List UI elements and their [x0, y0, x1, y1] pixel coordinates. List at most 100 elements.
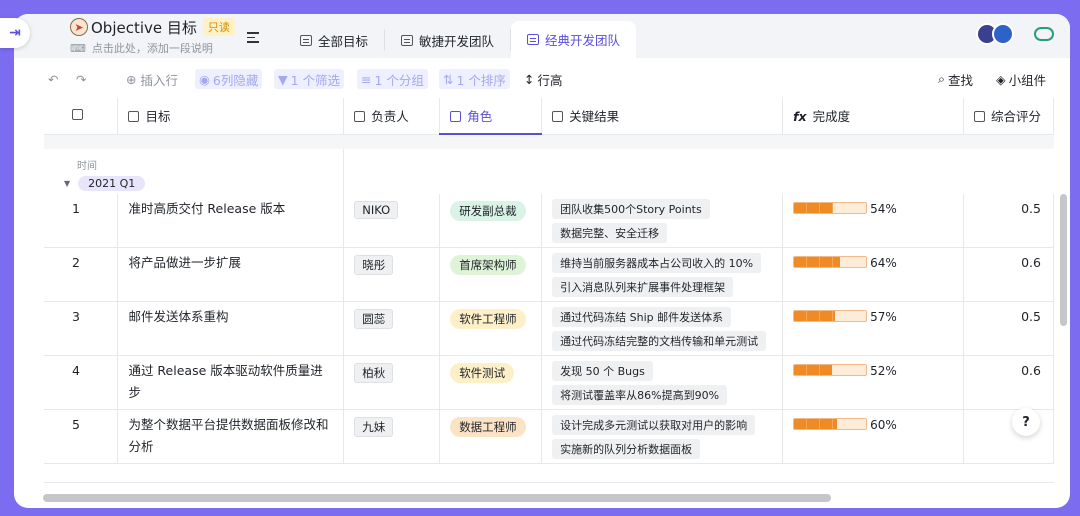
outline-menu-icon[interactable]	[247, 32, 259, 46]
progress-fill	[794, 311, 836, 321]
score-cell[interactable]: 0.6	[963, 355, 1054, 410]
table-row[interactable]: 2 将产品做进一步扩展 晓彤 首席架构师 维持当前服务器成本占公司收入的 10% 引入消息…	[44, 247, 1054, 302]
goal-cell[interactable]: 为整个数据平台提供数据面板修改和分析	[117, 409, 345, 464]
score-cell[interactable]: 0.6	[963, 247, 1054, 302]
edit-icon: ⌨	[70, 41, 86, 55]
table-row[interactable]: 5 为整个数据平台提供数据面板修改和分析 九妹 数据工程师 设计完成多元测试以获取对用户…	[44, 409, 1054, 464]
progress-label: 57%	[870, 310, 897, 324]
key-result-tag[interactable]: 发现 50 个 Bugs	[552, 361, 653, 381]
vertical-scrollbar[interactable]	[1060, 194, 1067, 326]
progress-bar	[793, 202, 868, 214]
column-header-goal[interactable]: 目标	[117, 98, 345, 135]
completion-cell[interactable]: 52%	[782, 355, 964, 410]
owner-cell[interactable]: NIKO	[343, 194, 441, 248]
owner-tag: 九妹	[354, 417, 394, 437]
column-header-score[interactable]: 综合评分	[963, 98, 1054, 135]
role-cell[interactable]: 首席架构师	[439, 247, 543, 302]
key-result-tag[interactable]: 实施新的队列分析数据面板	[552, 439, 701, 459]
key-result-tag[interactable]: 数据完整、安全迁移	[552, 223, 668, 243]
role-cell[interactable]: 软件测试	[439, 355, 543, 410]
key-results-cell[interactable]: 团队收集500个Story Points 数据完整、安全迁移	[541, 194, 784, 248]
completion-cell[interactable]: 64%	[782, 247, 964, 302]
key-result-tag[interactable]: 维持当前服务器成本占公司收入的 10%	[552, 253, 762, 273]
tab-all-goals[interactable]: 全部目标	[284, 29, 386, 51]
row-height-button[interactable]: ↕ 行高	[524, 69, 563, 89]
role-tag: 软件工程师	[450, 309, 526, 329]
description-hint[interactable]: ⌨ 点击此处，添加一段说明	[70, 40, 235, 56]
cloud-sync-icon[interactable]	[1034, 27, 1054, 41]
collaborator-avatars[interactable]	[976, 23, 1014, 45]
help-button[interactable]: ?	[1012, 408, 1040, 436]
owner-cell[interactable]: 晓彤	[343, 247, 441, 302]
progress-fill	[794, 365, 832, 375]
score-cell[interactable]	[963, 409, 1054, 464]
select-all-checkbox[interactable]	[44, 98, 119, 135]
row-index: 3	[44, 301, 119, 356]
sidebar-toggle-button[interactable]: ⇥	[0, 18, 30, 48]
key-results-cell[interactable]: 维持当前服务器成本占公司收入的 10% 引入消息队列来扩展事件处理框架	[541, 247, 784, 302]
score-cell[interactable]: 0.5	[963, 301, 1054, 356]
column-header-role[interactable]: 角色	[439, 98, 543, 135]
owner-cell[interactable]: 圆蕊	[343, 301, 441, 356]
redo-icon[interactable]: ↷	[76, 69, 86, 89]
completion-cell[interactable]: 60%	[782, 409, 964, 464]
table-row[interactable]: 4 通过 Release 版本驱动软件质量进步 柏秋 软件测试 发现 50 个 Bugs…	[44, 355, 1054, 410]
group-header[interactable]: 时间 ▼ 2021 Q1	[44, 149, 1054, 194]
sort-icon: ⇅	[443, 71, 454, 87]
formula-icon: fx	[793, 109, 807, 125]
filter-icon: ▼	[278, 71, 288, 87]
key-results-cell[interactable]: 设计完成多元测试以获取对用户的影响 实施新的队列分析数据面板	[541, 409, 784, 464]
app-window: ➤ Objective 目标 只读 ⌨ 点击此处，添加一段说明 全部目标 敏捷开…	[14, 14, 1070, 508]
undo-icon[interactable]: ↶	[48, 69, 58, 89]
grid-view-icon	[527, 34, 540, 45]
key-result-tag[interactable]: 引入消息队列来扩展事件处理框架	[552, 277, 734, 297]
insert-row-button[interactable]: ⊕ 插入行	[126, 69, 178, 89]
sort-button[interactable]: ⇅ 1 个排序	[439, 69, 510, 89]
progress-bar	[793, 418, 868, 430]
tab-agile-team[interactable]: 敏捷开发团队	[385, 29, 512, 51]
column-header-key-results[interactable]: 关键结果	[541, 98, 784, 135]
owner-tag: 柏秋	[354, 363, 394, 383]
completion-cell[interactable]: 54%	[782, 194, 964, 248]
group-button[interactable]: ≡ 1 个分组	[357, 69, 428, 89]
role-cell[interactable]: 数据工程师	[439, 409, 543, 464]
grid-view-icon	[401, 34, 414, 46]
hidden-columns-button[interactable]: ◉ 6列隐藏	[195, 69, 263, 89]
owner-tag: 晓彤	[354, 255, 394, 275]
collapse-caret-icon[interactable]: ▼	[64, 179, 70, 188]
key-result-tag[interactable]: 通过代码冻结 Ship 邮件发送体系	[552, 307, 732, 327]
find-button[interactable]: ⌕ 查找	[938, 69, 973, 89]
goal-cell[interactable]: 邮件发送体系重构	[117, 301, 345, 356]
tab-classic-team[interactable]: 经典开发团队	[511, 21, 637, 58]
key-result-tag[interactable]: 设计完成多元测试以获取对用户的影响	[552, 415, 756, 435]
progress-fill	[794, 203, 833, 213]
column-header-owner[interactable]: 负责人	[343, 98, 441, 135]
key-result-tag[interactable]: 团队收集500个Story Points	[552, 199, 710, 219]
key-result-tag[interactable]: 通过代码冻结完整的文档传输和单元测试	[552, 331, 767, 351]
goal-cell[interactable]: 将产品做进一步扩展	[117, 247, 345, 302]
table-row[interactable]: 1 准时高质交付 Release 版本 NIKO 研发副总裁 团队收集500个Story…	[44, 194, 1054, 248]
table-row[interactable]: 3 邮件发送体系重构 圆蕊 软件工程师 通过代码冻结 Ship 邮件发送体系 通过代码冻结…	[44, 301, 1054, 356]
progress-fill	[794, 257, 841, 267]
key-result-tag[interactable]: 将测试覆盖率从86%提高到90%	[552, 385, 728, 405]
plus-circle-icon: ⊕	[126, 71, 137, 87]
widgets-button[interactable]: ◈ 小组件	[996, 69, 1046, 89]
goal-cell[interactable]: 准时高质交付 Release 版本	[117, 194, 345, 248]
filter-button[interactable]: ▼ 1 个筛选	[274, 69, 345, 89]
role-tag: 数据工程师	[450, 417, 526, 437]
cube-icon: ◈	[996, 71, 1006, 87]
owner-cell[interactable]: 九妹	[343, 409, 441, 464]
horizontal-scrollbar[interactable]	[43, 494, 831, 502]
page-title[interactable]: Objective 目标	[91, 17, 197, 38]
column-header-completion[interactable]: fx 完成度	[782, 98, 964, 135]
key-results-cell[interactable]: 发现 50 个 Bugs 将测试覆盖率从86%提高到90%	[541, 355, 784, 410]
avatar[interactable]	[992, 23, 1014, 45]
role-cell[interactable]: 软件工程师	[439, 301, 543, 356]
role-cell[interactable]: 研发副总裁	[439, 194, 543, 248]
score-cell[interactable]: 0.5	[963, 194, 1054, 248]
completion-cell[interactable]: 57%	[782, 301, 964, 356]
progress-bar	[793, 364, 868, 376]
owner-cell[interactable]: 柏秋	[343, 355, 441, 410]
key-results-cell[interactable]: 通过代码冻结 Ship 邮件发送体系通过代码冻结完整的文档传输和单元测试	[541, 301, 784, 356]
goal-cell[interactable]: 通过 Release 版本驱动软件质量进步	[117, 355, 345, 410]
